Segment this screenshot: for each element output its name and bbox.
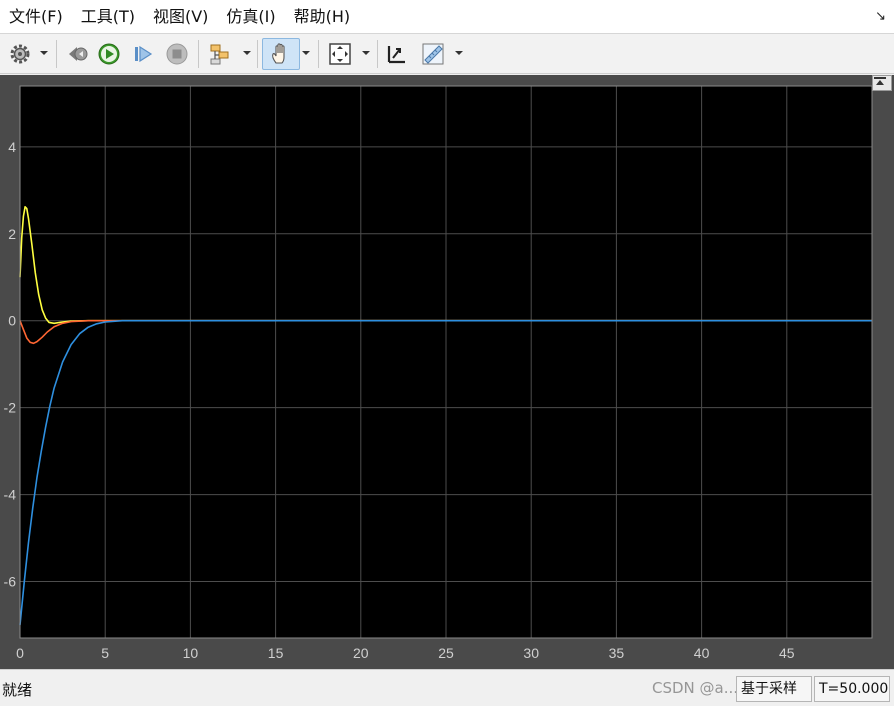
menu-file[interactable]: 文件(F) bbox=[0, 0, 72, 34]
sample-mode-indicator: 基于采样 bbox=[736, 676, 812, 702]
x-tick-label: 45 bbox=[779, 645, 795, 661]
menu-view[interactable]: 视图(V) bbox=[144, 0, 217, 34]
x-tick-label: 5 bbox=[101, 645, 109, 661]
menu-help[interactable]: 帮助(H) bbox=[285, 0, 360, 34]
settings-button[interactable] bbox=[6, 38, 34, 70]
run-button[interactable] bbox=[95, 38, 123, 70]
chevron-down-icon[interactable] bbox=[243, 49, 251, 57]
sim-time-indicator: T=50.000 bbox=[814, 676, 890, 702]
step-back-button[interactable] bbox=[63, 38, 91, 70]
scope-display[interactable]: 0 5 10 15 20 25 30 35 40 45 4 2 0 -2 -4 -6 bbox=[0, 75, 894, 669]
restore-axes-button[interactable] bbox=[872, 75, 892, 91]
y-tick-label: -4 bbox=[4, 487, 17, 503]
undock-icon bbox=[874, 77, 886, 85]
chevron-down-icon[interactable] bbox=[40, 49, 48, 57]
measurement-ruler-icon bbox=[422, 43, 444, 65]
toolbar-separator bbox=[318, 40, 319, 68]
x-tick-label: 40 bbox=[694, 645, 710, 661]
y-tick-label: 0 bbox=[8, 313, 16, 329]
highlight-block-button[interactable] bbox=[205, 38, 235, 70]
chevron-down-icon[interactable] bbox=[362, 49, 370, 57]
highlight-block-icon bbox=[210, 44, 229, 65]
run-icon bbox=[98, 43, 120, 65]
x-tick-label: 0 bbox=[16, 645, 24, 661]
chevron-down-icon[interactable] bbox=[455, 49, 463, 57]
zoom-fit-icon bbox=[329, 43, 351, 65]
y-tick-label: 4 bbox=[8, 139, 16, 155]
menu-tools[interactable]: 工具(T) bbox=[72, 0, 144, 34]
x-tick-label: 25 bbox=[438, 645, 454, 661]
x-tick-label: 35 bbox=[609, 645, 625, 661]
step-forward-button[interactable] bbox=[129, 38, 157, 70]
chevron-down-icon[interactable] bbox=[302, 49, 310, 57]
toolbar-separator bbox=[257, 40, 258, 68]
x-tick-label: 10 bbox=[183, 645, 199, 661]
step-forward-icon bbox=[135, 45, 153, 63]
y-tick-label: -6 bbox=[4, 573, 17, 589]
scale-axes-button[interactable] bbox=[383, 38, 411, 70]
pan-button[interactable] bbox=[262, 38, 300, 70]
measurement-button[interactable] bbox=[418, 38, 448, 70]
pan-hand-icon bbox=[272, 43, 285, 64]
status-bar: 就绪 CSDN @a... 基于采样 T=50.000 bbox=[0, 669, 894, 706]
menu-bar: 文件(F) 工具(T) 视图(V) 仿真(I) 帮助(H) ↘ bbox=[0, 0, 894, 34]
collapse-menu-icon[interactable]: ↘ bbox=[875, 9, 886, 24]
zoom-fit-button[interactable] bbox=[325, 38, 355, 70]
watermark-text: CSDN @a... bbox=[652, 679, 739, 697]
y-tick-label: -2 bbox=[4, 400, 17, 416]
x-tick-label: 30 bbox=[523, 645, 539, 661]
toolbar-separator bbox=[56, 40, 57, 68]
toolbar bbox=[0, 34, 894, 74]
scope-plot[interactable]: 0 5 10 15 20 25 30 35 40 45420-2-4-6 bbox=[0, 75, 894, 669]
x-tick-label: 20 bbox=[353, 645, 369, 661]
x-tick-label: 15 bbox=[268, 645, 284, 661]
menu-simulation[interactable]: 仿真(I) bbox=[217, 0, 284, 34]
step-back-icon bbox=[69, 47, 88, 61]
settings-icon bbox=[10, 44, 30, 64]
toolbar-separator bbox=[377, 40, 378, 68]
toolbar-separator bbox=[198, 40, 199, 68]
scale-axes-icon bbox=[387, 46, 405, 64]
stop-icon bbox=[166, 43, 188, 65]
y-tick-label: 2 bbox=[8, 226, 16, 242]
status-ready-text: 就绪 bbox=[2, 681, 33, 699]
stop-button[interactable] bbox=[163, 38, 191, 70]
scope-window: 文件(F) 工具(T) 视图(V) 仿真(I) 帮助(H) ↘ 0 5 10 1… bbox=[0, 0, 894, 706]
